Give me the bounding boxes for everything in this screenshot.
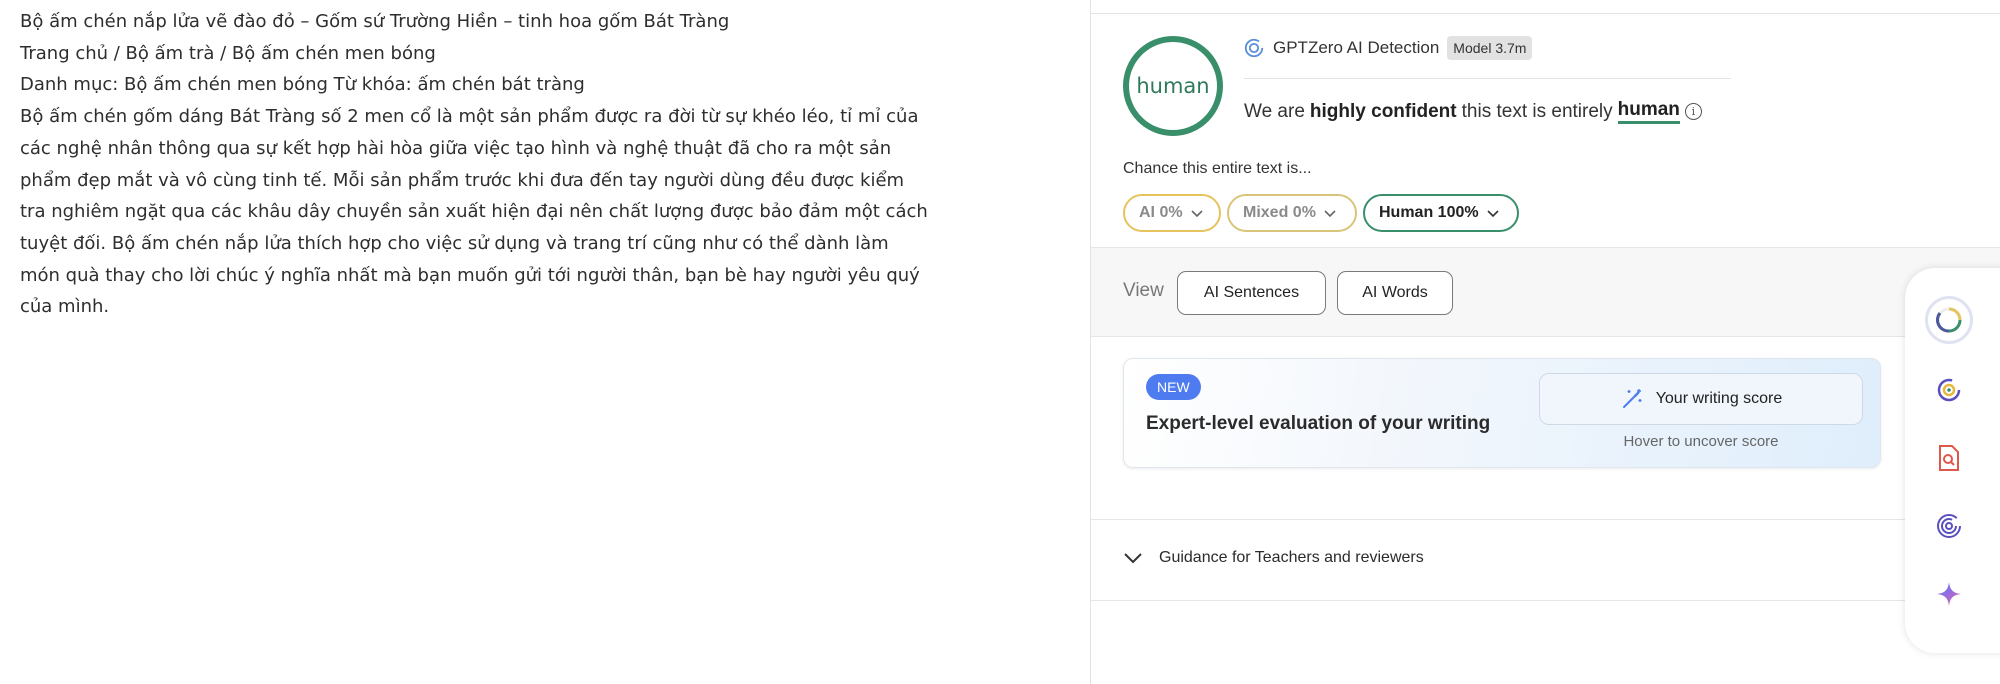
spiral-icon (1937, 514, 1961, 538)
verdict-prefix: We are (1244, 100, 1305, 122)
document-paragraph: Bộ ấm chén gốm dáng Bát Tràng số 2 men c… (20, 106, 928, 318)
document-search-icon (1939, 445, 1959, 471)
sparkle-icon (1937, 582, 1961, 606)
view-label: View (1123, 280, 1164, 301)
hover-hint: Hover to uncover score (1623, 433, 1779, 450)
gptzero-logo-icon (1937, 378, 1961, 402)
model-badge: Model 3.7m (1447, 36, 1533, 60)
ai-words-button[interactable]: AI Words (1337, 271, 1453, 315)
document-pane: Bộ ấm chén nắp lửa vẽ đào đỏ – Gốm sứ Tr… (0, 0, 1090, 684)
verdict-result[interactable]: human (1617, 99, 1680, 124)
mixed-probability-label: Mixed 0% (1243, 204, 1316, 221)
writing-score-promo: NEW Expert-level evaluation of your writ… (1123, 358, 1881, 468)
writing-score-label: Your writing score (1655, 390, 1783, 407)
guidance-divider-bottom (1091, 600, 2000, 601)
chevron-down-icon (1324, 210, 1336, 218)
progress-ring-icon (1935, 307, 1962, 333)
verdict-confidence: highly confident (1309, 100, 1457, 122)
chevron-down-icon (1191, 210, 1203, 218)
breadcrumb-line: Trang chủ / Bộ ấm trà / Bộ ấm chén men b… (20, 42, 436, 64)
ai-probability-pill[interactable]: AI 0% (1123, 194, 1221, 232)
view-toolbar: View AI Sentences AI Words (1091, 247, 2000, 337)
verdict-sentence: We are highly confident this text is ent… (1244, 99, 1702, 124)
info-icon[interactable]: i (1684, 103, 1702, 120)
category-line: Danh mục: Bộ ấm chén men bóng Từ khóa: ấ… (20, 74, 585, 96)
writing-score-button[interactable]: Your writing score (1539, 373, 1863, 425)
rail-progress-button[interactable] (1925, 296, 1973, 344)
header-separator (1244, 78, 1731, 79)
chance-label: Chance this entire text is... (1123, 160, 1312, 177)
detection-header: GPTZero AI Detection Model 3.7m (1243, 36, 1533, 60)
result-ring: human (1123, 36, 1223, 136)
tool-rail (1905, 268, 2000, 653)
rail-gptzero-button[interactable] (1925, 366, 1973, 414)
ai-probability-label: AI 0% (1139, 204, 1183, 221)
detection-title: GPTZero AI Detection (1273, 38, 1440, 57)
guidance-toggle[interactable]: Guidance for Teachers and reviewers (1123, 549, 1424, 567)
document-title-line: Bộ ấm chén nắp lửa vẽ đào đỏ – Gốm sứ Tr… (20, 11, 730, 32)
chevron-down-icon (1124, 553, 1142, 564)
result-ring-label: human (1136, 74, 1210, 98)
detection-panel: human GPTZero AI Detection Model 3.7m We… (1091, 0, 2000, 684)
rail-spiral-button[interactable] (1925, 502, 1973, 550)
gptzero-logo-icon (1244, 38, 1264, 58)
rail-document-search-button[interactable] (1925, 434, 1973, 482)
panel-top-divider (1091, 13, 2000, 14)
ai-sentences-button[interactable]: AI Sentences (1177, 271, 1326, 315)
human-probability-pill[interactable]: Human 100% (1363, 194, 1519, 232)
guidance-label: Guidance for Teachers and reviewers (1159, 549, 1424, 566)
new-badge: NEW (1146, 374, 1201, 400)
chevron-down-icon (1487, 210, 1499, 218)
mixed-probability-pill[interactable]: Mixed 0% (1227, 194, 1357, 232)
rail-sparkle-button[interactable] (1925, 570, 1973, 618)
promo-text: Expert-level evaluation of your writing (1146, 413, 1491, 434)
human-probability-label: Human 100% (1379, 204, 1479, 221)
verdict-middle: this text is entirely (1461, 100, 1613, 122)
magic-wand-icon (1622, 389, 1642, 408)
probability-pills: AI 0% Mixed 0% Human 100% (1123, 194, 1519, 232)
guidance-divider-top (1091, 519, 2000, 520)
